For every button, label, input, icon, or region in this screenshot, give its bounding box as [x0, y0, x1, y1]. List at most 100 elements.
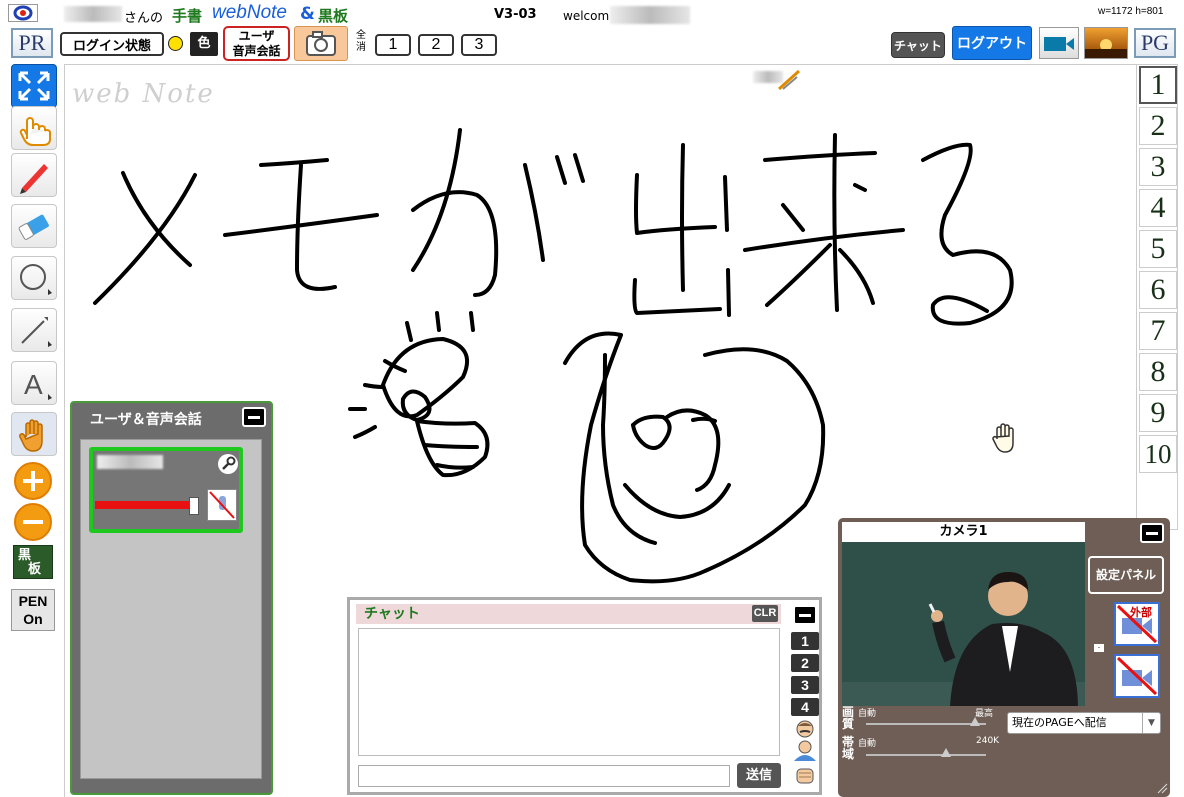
- video-camera-icon: [1044, 37, 1074, 51]
- chat-button[interactable]: チャット: [891, 32, 945, 58]
- page-list: 1 2 3 4 5 6 7 8 9 10: [1136, 64, 1178, 530]
- camera-title: カメラ1: [842, 522, 1085, 542]
- quality-slider-track[interactable]: [866, 723, 986, 725]
- welcome-name-redacted: [610, 6, 690, 24]
- sunset-icon: [1085, 39, 1127, 58]
- clear-all-label[interactable]: 全 消: [356, 30, 370, 54]
- chat-channel-2[interactable]: 2: [791, 654, 819, 672]
- fist-icon[interactable]: [791, 763, 819, 787]
- user-card[interactable]: [89, 447, 243, 533]
- chat-log[interactable]: [358, 628, 780, 756]
- user-voice-button[interactable]: ユーザ 音声会話: [223, 26, 290, 61]
- page-button-8[interactable]: 8: [1139, 353, 1177, 391]
- camera-settings-button[interactable]: 設定パネル: [1088, 556, 1164, 594]
- volume-bar[interactable]: [95, 501, 195, 509]
- num-button-3[interactable]: 3: [461, 34, 497, 56]
- person-avatar-icon[interactable]: [791, 739, 819, 761]
- header: さんの 手書 webNote & 黒板 V3-03 welcom w=1172 …: [0, 0, 1184, 64]
- user-voice-panel: ユーザ＆音声会話: [70, 401, 273, 795]
- camera-snapshot-button[interactable]: [294, 26, 348, 61]
- page-button-5[interactable]: 5: [1139, 230, 1177, 268]
- external-camera-off-icon: 外部: [1116, 604, 1158, 644]
- camera-video-feed: [842, 542, 1085, 706]
- camera-icon: [306, 31, 336, 56]
- fullscreen-tool[interactable]: [11, 64, 57, 108]
- zoom-in-button[interactable]: [14, 462, 52, 500]
- num-button-1[interactable]: 1: [375, 34, 411, 56]
- band-slider-handle[interactable]: [941, 748, 951, 757]
- plus-icon: [23, 471, 43, 491]
- page-button-3[interactable]: 3: [1139, 148, 1177, 186]
- volume-slider-handle[interactable]: [189, 497, 199, 515]
- pen-tool[interactable]: [11, 153, 57, 197]
- camera-off-button[interactable]: [1114, 654, 1160, 698]
- band-label: 帯 域: [842, 736, 854, 760]
- pen-on-button[interactable]: PEN On: [11, 589, 55, 631]
- login-state-button[interactable]: ログイン状態: [60, 32, 164, 56]
- distribute-select-value: 現在のPAGEへ配信: [1012, 716, 1107, 729]
- quality-label-line2: 質: [842, 717, 855, 731]
- quality-slider-handle[interactable]: [970, 717, 980, 726]
- chat-send-button[interactable]: 送信: [737, 763, 781, 788]
- band-auto-label: 自動: [858, 739, 877, 749]
- page-button-1[interactable]: 1: [1139, 66, 1177, 104]
- app-logo[interactable]: [8, 4, 38, 22]
- page-button-9[interactable]: 9: [1139, 394, 1177, 432]
- num-button-2[interactable]: 2: [418, 34, 454, 56]
- text-tool[interactable]: A: [11, 361, 57, 405]
- page-button-2[interactable]: 2: [1139, 107, 1177, 145]
- circle-shape-icon: [20, 264, 52, 295]
- user-panel-minimize-button[interactable]: [242, 407, 266, 427]
- pen-on-line2: On: [23, 611, 43, 627]
- svg-text:A: A: [24, 369, 43, 400]
- grab-hand-cursor-icon: [992, 423, 1014, 453]
- version-label: V3-03: [494, 7, 537, 22]
- chat-minimize-button[interactable]: [793, 605, 817, 625]
- mic-mute-button[interactable]: [207, 489, 237, 521]
- pg-button[interactable]: PG: [1134, 28, 1176, 58]
- page-button-6[interactable]: 6: [1139, 271, 1177, 309]
- page-button-10[interactable]: 10: [1139, 435, 1177, 473]
- pr-button[interactable]: PR: [11, 28, 53, 58]
- background-image-button[interactable]: [1084, 27, 1128, 59]
- pointer-tool[interactable]: [11, 106, 57, 150]
- clear-all-line1: 全: [356, 30, 366, 41]
- hand-tool[interactable]: [11, 412, 57, 456]
- chat-clear-button[interactable]: CLR: [752, 605, 778, 622]
- external-label: 外部: [1129, 605, 1152, 619]
- clear-all-line2: 消: [356, 42, 366, 53]
- camera-minimize-button[interactable]: [1140, 523, 1164, 543]
- color-button[interactable]: 色: [190, 32, 218, 56]
- chat-channel-3[interactable]: 3: [791, 676, 819, 694]
- zoom-out-button[interactable]: [14, 503, 52, 541]
- blackboard-button[interactable]: 黒 板: [13, 545, 53, 579]
- chat-channel-4[interactable]: 4: [791, 698, 819, 716]
- eye-logo-icon: [13, 5, 33, 21]
- shape-tool[interactable]: [11, 256, 57, 300]
- username-redacted: [64, 6, 122, 22]
- distribute-select[interactable]: 現在のPAGEへ配信 ▼: [1007, 712, 1161, 734]
- face-mustache-icon[interactable]: [791, 718, 819, 738]
- expand-arrows-icon: [18, 71, 50, 101]
- resize-grip-icon[interactable]: [1156, 782, 1168, 794]
- blackboard-line2: 板: [28, 562, 42, 577]
- title-amp: &: [300, 4, 315, 24]
- user-card-name-redacted: [97, 455, 163, 469]
- external-camera-button[interactable]: 外部: [1114, 602, 1160, 646]
- page-button-7[interactable]: 7: [1139, 312, 1177, 350]
- quality-auto-label: 自動: [858, 709, 877, 719]
- band-value-label: 240K: [976, 736, 1000, 746]
- chat-input[interactable]: [358, 765, 730, 787]
- band-slider-track[interactable]: [866, 754, 986, 756]
- title-webnote: webNote: [212, 2, 287, 23]
- eraser-tool[interactable]: [11, 204, 57, 248]
- band-label-line2: 域: [842, 747, 855, 761]
- camera-level-marker: -: [1094, 644, 1104, 652]
- open-hand-icon: [19, 419, 43, 452]
- logout-button[interactable]: ログアウト: [952, 26, 1032, 60]
- wrench-icon[interactable]: [217, 453, 239, 475]
- chat-channel-1[interactable]: 1: [791, 632, 819, 650]
- video-camera-button[interactable]: [1039, 27, 1079, 59]
- page-button-4[interactable]: 4: [1139, 189, 1177, 227]
- line-tool[interactable]: [11, 308, 57, 352]
